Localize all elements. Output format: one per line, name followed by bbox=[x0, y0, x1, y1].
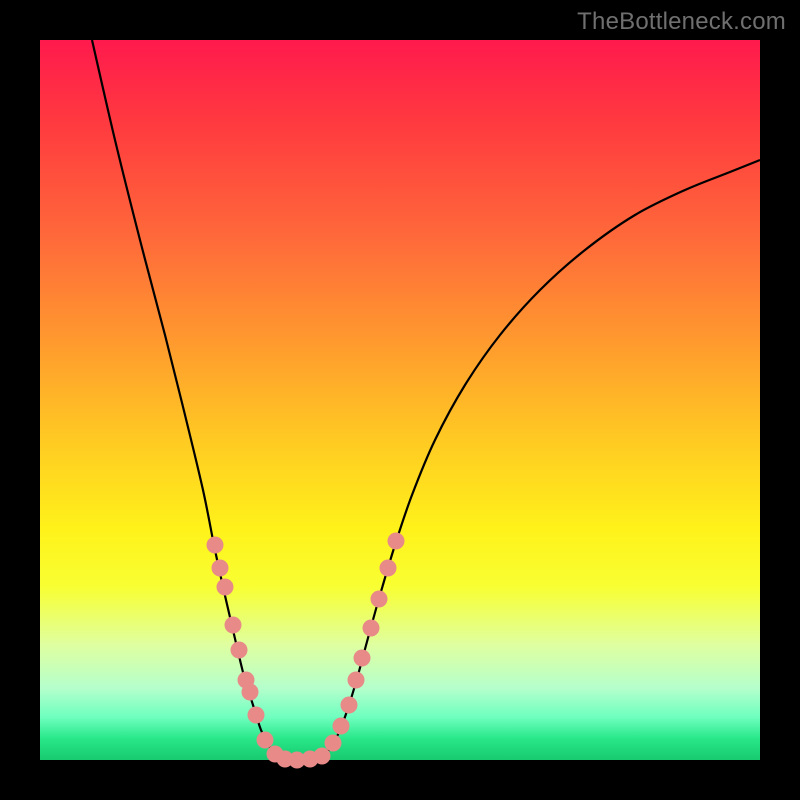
bottleneck-curve bbox=[92, 40, 760, 760]
data-point bbox=[354, 650, 371, 667]
data-point bbox=[333, 718, 350, 735]
data-point bbox=[212, 560, 229, 577]
curve-svg bbox=[40, 40, 760, 760]
data-point bbox=[257, 732, 274, 749]
data-point bbox=[231, 642, 248, 659]
data-point bbox=[314, 748, 331, 765]
plot-area bbox=[40, 40, 760, 760]
data-point bbox=[341, 697, 358, 714]
data-point bbox=[325, 735, 342, 752]
data-point bbox=[207, 537, 224, 554]
data-point bbox=[217, 579, 234, 596]
data-point bbox=[380, 560, 397, 577]
data-point bbox=[242, 684, 259, 701]
data-point bbox=[248, 707, 265, 724]
watermark-text: TheBottleneck.com bbox=[577, 8, 786, 36]
data-point bbox=[388, 533, 405, 550]
curve-dots bbox=[207, 533, 405, 769]
data-point bbox=[363, 620, 380, 637]
data-point bbox=[348, 672, 365, 689]
data-point bbox=[371, 591, 388, 608]
chart-frame: TheBottleneck.com bbox=[0, 0, 800, 800]
data-point bbox=[225, 617, 242, 634]
